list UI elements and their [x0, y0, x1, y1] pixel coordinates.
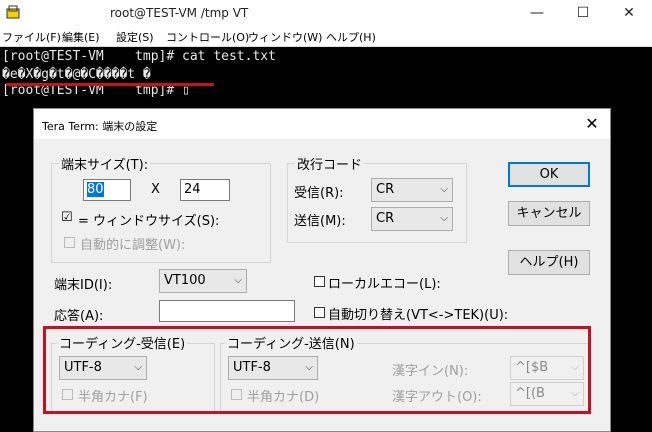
- dialog-title: Tera Term: 端末の設定: [42, 120, 158, 133]
- newline-label: 改行コード: [295, 154, 365, 173]
- window-size-checkbox[interactable]: ☑: [61, 210, 73, 225]
- menu-window[interactable]: ウィンドウ(W): [248, 29, 322, 45]
- teraterm-app-icon[interactable]: [6, 5, 20, 19]
- auto-adjust-checkbox: [64, 237, 75, 248]
- auto-adjust-label: 自動的に調整(W):: [80, 238, 186, 253]
- dialog-close-button[interactable]: ✕: [580, 113, 604, 135]
- cols-value: 80: [87, 182, 104, 197]
- maximize-button[interactable]: ☐: [560, 0, 606, 28]
- minimize-button[interactable]: —: [514, 0, 560, 28]
- menu-edit[interactable]: 編集(E): [62, 29, 100, 45]
- terminal-size-label: 端末サイズ(T):: [59, 154, 151, 173]
- newline-send-select[interactable]: CR ⌵: [371, 207, 453, 231]
- close-button[interactable]: ✕: [606, 0, 652, 28]
- coding-highlight-box: [43, 326, 591, 414]
- menu-settings[interactable]: 設定(S): [116, 29, 154, 45]
- terminal-line: [root@TEST-VM tmp]# cat test.txt: [2, 49, 276, 64]
- terminal-id-label: 端末ID(I):: [54, 278, 113, 293]
- newline-receive-value: CR: [376, 182, 395, 197]
- menu-bar: ファイル(F) 編集(E) 設定(S) コントロール(O) ウィンドウ(W) ヘ…: [0, 28, 652, 47]
- chevron-down-icon: ⌵: [440, 213, 448, 224]
- newline-group: [287, 163, 467, 243]
- local-echo-label: ローカルエコー(L):: [328, 277, 441, 292]
- window-title: root@TEST-VM /tmp VT: [110, 6, 249, 20]
- size-x-label: X: [151, 182, 160, 197]
- chevron-down-icon: ⌵: [440, 184, 448, 195]
- newline-receive-label: 受信(R):: [294, 186, 344, 201]
- window-titlebar: root@TEST-VM /tmp VT — ☐ ✕: [0, 0, 652, 28]
- answerback-label: 応答(A):: [54, 309, 104, 324]
- local-echo-checkbox[interactable]: [314, 276, 325, 287]
- rows-input[interactable]: 24: [180, 179, 230, 201]
- newline-send-value: CR: [376, 211, 395, 226]
- menu-help[interactable]: ヘルプ(H): [326, 29, 376, 45]
- menu-control[interactable]: コントロール(O): [166, 29, 249, 45]
- answerback-input[interactable]: [159, 300, 295, 322]
- terminal-line: �e�X�g�t�@�C����t �: [2, 67, 151, 82]
- menu-file[interactable]: ファイル(F): [2, 29, 61, 45]
- cols-input[interactable]: 80: [83, 179, 131, 201]
- auto-switch-label: 自動切り替え(VT<->TEK)(U):: [328, 308, 509, 323]
- ok-button[interactable]: OK: [508, 162, 590, 187]
- terminal-id-select[interactable]: VT100 ⌵: [159, 269, 247, 293]
- newline-receive-select[interactable]: CR ⌵: [371, 178, 453, 202]
- auto-switch-checkbox[interactable]: [314, 307, 325, 318]
- terminal-id-value: VT100: [164, 273, 206, 288]
- newline-send-label: 送信(M):: [294, 214, 346, 229]
- chevron-down-icon: ⌵: [234, 275, 242, 286]
- dialog-titlebar: Tera Term: 端末の設定 ✕: [34, 109, 610, 139]
- garbled-text-underline: [6, 83, 214, 86]
- window-size-label: = ウィンドウサイズ(S):: [78, 214, 220, 229]
- help-button[interactable]: ヘルプ(H): [508, 250, 590, 275]
- cancel-button[interactable]: キャンセル: [508, 201, 590, 226]
